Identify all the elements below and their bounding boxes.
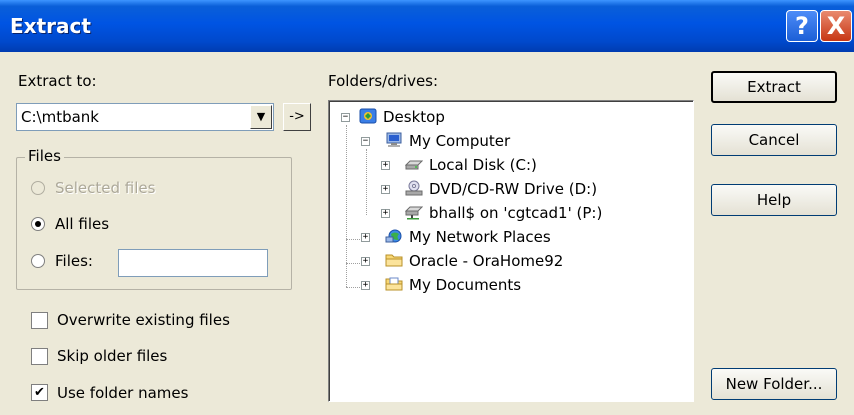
browse-arrow-button[interactable]: ->: [283, 103, 311, 131]
help-button[interactable]: Help: [711, 184, 837, 216]
close-button[interactable]: X: [820, 10, 852, 42]
cd-drive-icon: [405, 180, 423, 196]
expand-icon[interactable]: +: [381, 161, 390, 170]
tree-label: Oracle - OraHome92: [409, 252, 564, 270]
files-group-title: Files: [25, 147, 64, 165]
tree-line: [346, 287, 360, 288]
extract-to-label: Extract to:: [18, 72, 97, 90]
radio-selected-dot: [35, 221, 41, 227]
tree-label: My Computer: [409, 132, 511, 150]
extract-to-combobox[interactable]: C:\mtbank ▼: [16, 103, 274, 131]
tree-line: [346, 263, 360, 264]
extract-button[interactable]: Extract: [711, 71, 837, 103]
overwrite-label: Overwrite existing files: [57, 311, 230, 329]
tree-label: Desktop: [383, 108, 445, 126]
cancel-button[interactable]: Cancel: [711, 124, 837, 156]
folder-tree[interactable]: − Desktop − My Computer + Local Disk (C:…: [328, 100, 694, 402]
use-folder-names-label: Use folder names: [57, 384, 189, 402]
overwrite-checkbox[interactable]: [31, 312, 48, 329]
tree-label: DVD/CD-RW Drive (D:): [429, 180, 598, 198]
chevron-down-icon[interactable]: ▼: [250, 105, 272, 129]
tree-line: [346, 239, 360, 240]
expand-icon[interactable]: +: [381, 209, 390, 218]
new-folder-button[interactable]: New Folder...: [711, 368, 837, 400]
all-files-radio[interactable]: [31, 217, 45, 231]
help-title-button[interactable]: ?: [786, 10, 818, 42]
my-documents-icon: [385, 277, 403, 291]
my-computer-icon: [386, 132, 402, 147]
expand-icon[interactable]: +: [381, 185, 390, 194]
files-input[interactable]: [118, 249, 268, 277]
tree-label: Local Disk (C:): [429, 156, 537, 174]
skip-older-checkbox[interactable]: [31, 348, 48, 365]
expand-icon[interactable]: +: [361, 281, 370, 290]
expand-icon[interactable]: +: [361, 233, 370, 242]
hard-disk-icon: [405, 160, 423, 170]
use-folder-names-checkbox[interactable]: ✔: [31, 384, 48, 401]
window-title: Extract: [10, 14, 91, 38]
files-radio-label: Files:: [55, 252, 93, 270]
checkmark-icon: ✔: [34, 385, 45, 400]
tree-label: bhall$ on 'cgtcad1' (P:): [429, 204, 603, 222]
tree-line: [366, 149, 367, 215]
expand-icon[interactable]: +: [361, 257, 370, 266]
title-bar: Extract ? X: [0, 0, 854, 52]
network-drive-icon: [405, 206, 423, 220]
tree-label: My Documents: [409, 276, 522, 294]
folders-drives-label: Folders/drives:: [328, 72, 439, 90]
tree-label: My Network Places: [409, 228, 551, 246]
network-places-icon: [385, 229, 402, 243]
skip-older-label: Skip older files: [57, 347, 168, 365]
selected-files-radio[interactable]: [31, 181, 45, 195]
extract-to-value[interactable]: C:\mtbank: [21, 108, 99, 126]
desktop-icon: [359, 108, 377, 124]
collapse-icon[interactable]: −: [361, 137, 370, 146]
all-files-label: All files: [55, 215, 110, 233]
folder-icon: [385, 254, 403, 267]
collapse-icon[interactable]: −: [341, 113, 350, 122]
files-radio[interactable]: [31, 254, 45, 268]
selected-files-label: Selected files: [55, 179, 156, 197]
